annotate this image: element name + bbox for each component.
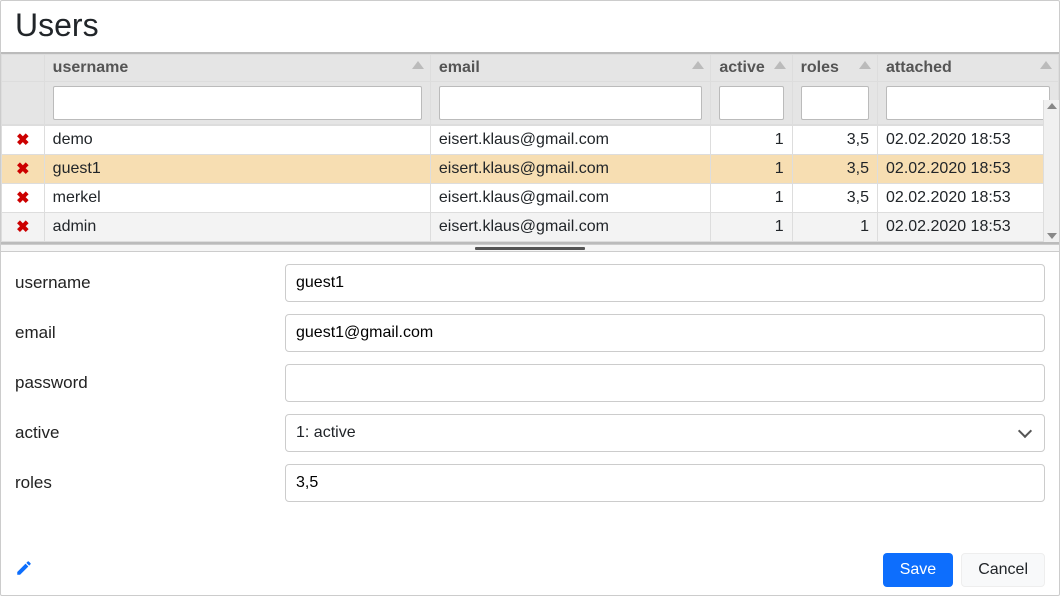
- cell-email: eisert.klaus@gmail.com: [430, 155, 711, 184]
- label-roles: roles: [15, 473, 285, 493]
- cell-attached: 02.02.2020 18:53: [878, 184, 1059, 213]
- cell-username: guest1: [44, 155, 430, 184]
- col-email-label: email: [439, 59, 480, 76]
- cell-roles: 3,5: [792, 184, 877, 213]
- scroll-down-icon: [1047, 233, 1057, 239]
- label-active: active: [15, 423, 285, 443]
- cell-roles: 3,5: [792, 126, 877, 155]
- users-grid: username email active roles attached: [1, 52, 1059, 244]
- delete-row-button[interactable]: ✖: [2, 184, 45, 213]
- cell-roles: 1: [792, 213, 877, 242]
- filter-row: [2, 82, 1059, 125]
- input-username[interactable]: [285, 264, 1045, 302]
- cancel-button[interactable]: Cancel: [961, 553, 1045, 587]
- cell-attached: 02.02.2020 18:53: [878, 155, 1059, 184]
- col-attached[interactable]: attached: [878, 55, 1059, 82]
- cell-email: eisert.klaus@gmail.com: [430, 126, 711, 155]
- delete-row-button[interactable]: ✖: [2, 155, 45, 184]
- col-active-label: active: [719, 59, 764, 76]
- col-roles[interactable]: roles: [792, 55, 877, 82]
- table-row[interactable]: ✖demoeisert.klaus@gmail.com13,502.02.202…: [2, 126, 1059, 155]
- cell-username: merkel: [44, 184, 430, 213]
- vertical-scrollbar[interactable]: [1043, 100, 1059, 242]
- filter-active[interactable]: [719, 86, 783, 120]
- col-email[interactable]: email: [430, 55, 711, 82]
- input-password[interactable]: [285, 364, 1045, 402]
- sort-icon: [412, 61, 424, 69]
- sort-icon: [1040, 61, 1052, 69]
- cell-active: 1: [711, 155, 792, 184]
- sort-icon: [859, 61, 871, 69]
- header-row: username email active roles attached: [2, 55, 1059, 82]
- page-title: Users: [1, 1, 1059, 52]
- cell-username: demo: [44, 126, 430, 155]
- table-row[interactable]: ✖merkeleisert.klaus@gmail.com13,502.02.2…: [2, 184, 1059, 213]
- filter-email[interactable]: [439, 86, 703, 120]
- users-table-body: ✖demoeisert.klaus@gmail.com13,502.02.202…: [1, 125, 1059, 242]
- col-username-label: username: [53, 59, 129, 76]
- col-username[interactable]: username: [44, 55, 430, 82]
- grid-body-viewport: ✖demoeisert.klaus@gmail.com13,502.02.202…: [1, 125, 1059, 242]
- label-email: email: [15, 323, 285, 343]
- input-email[interactable]: [285, 314, 1045, 352]
- pencil-icon[interactable]: [15, 559, 33, 582]
- col-roles-label: roles: [801, 59, 839, 76]
- sort-icon: [692, 61, 704, 69]
- cell-active: 1: [711, 126, 792, 155]
- table-row[interactable]: ✖admineisert.klaus@gmail.com1102.02.2020…: [2, 213, 1059, 242]
- filter-attached[interactable]: [886, 86, 1050, 120]
- cell-active: 1: [711, 213, 792, 242]
- label-password: password: [15, 373, 285, 393]
- delete-row-button[interactable]: ✖: [2, 126, 45, 155]
- form-footer: Save Cancel: [1, 553, 1059, 595]
- col-active[interactable]: active: [711, 55, 792, 82]
- chevron-down-icon: [1018, 424, 1032, 438]
- col-attached-label: attached: [886, 59, 952, 76]
- label-username: username: [15, 273, 285, 293]
- cell-active: 1: [711, 184, 792, 213]
- horizontal-splitter[interactable]: [1, 244, 1059, 252]
- select-active-value: 1: active: [296, 424, 356, 442]
- users-table: username email active roles attached: [1, 54, 1059, 125]
- col-delete: [2, 55, 45, 82]
- users-admin-frame: Users username email active roles attach…: [0, 0, 1060, 596]
- cell-roles: 3,5: [792, 155, 877, 184]
- input-roles[interactable]: [285, 464, 1045, 502]
- filter-roles[interactable]: [801, 86, 869, 120]
- select-active[interactable]: 1: active: [285, 414, 1045, 452]
- cell-attached: 02.02.2020 18:53: [878, 126, 1059, 155]
- delete-row-button[interactable]: ✖: [2, 213, 45, 242]
- sort-icon: [774, 61, 786, 69]
- filter-username[interactable]: [53, 86, 422, 120]
- edit-form: username email password active 1: active…: [1, 252, 1059, 553]
- cell-email: eisert.klaus@gmail.com: [430, 184, 711, 213]
- cell-email: eisert.klaus@gmail.com: [430, 213, 711, 242]
- save-button[interactable]: Save: [883, 553, 953, 587]
- filter-delete-cell: [2, 82, 45, 125]
- cell-username: admin: [44, 213, 430, 242]
- cell-attached: 02.02.2020 18:53: [878, 213, 1059, 242]
- table-row[interactable]: ✖guest1eisert.klaus@gmail.com13,502.02.2…: [2, 155, 1059, 184]
- splitter-handle-icon: [475, 247, 585, 250]
- scroll-up-icon: [1047, 103, 1057, 109]
